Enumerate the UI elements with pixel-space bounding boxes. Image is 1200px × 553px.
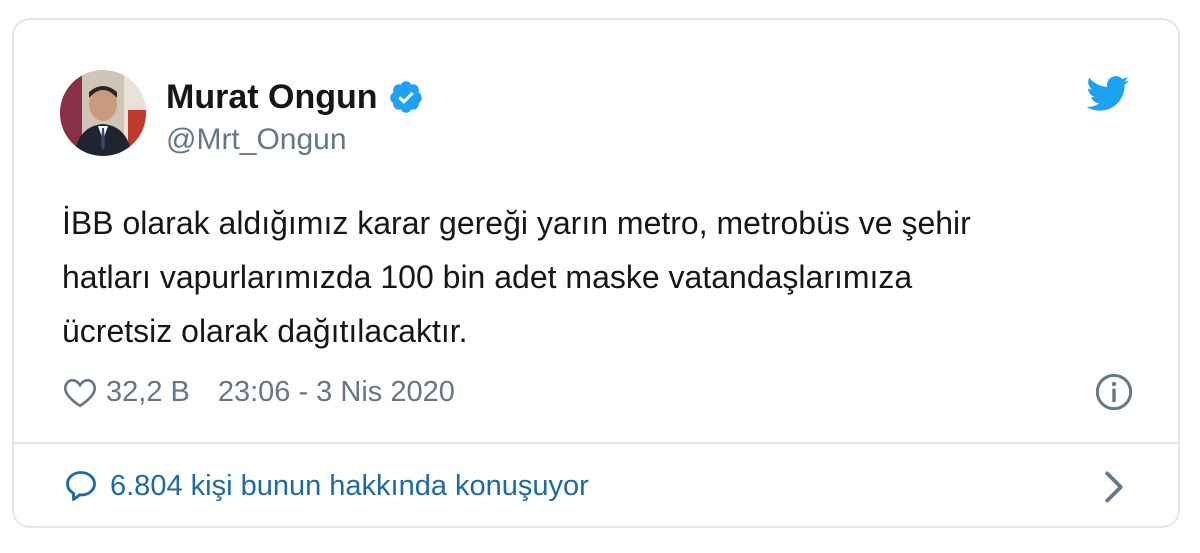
timestamp[interactable]: 23:06 - 3 Nis 2020 [218, 376, 455, 409]
tweet-card: Murat Ongun @Mrt_Ongun İBB olarak aldığı… [12, 18, 1180, 528]
tweet-header: Murat Ongun @Mrt_Ongun [14, 20, 1178, 170]
avatar[interactable] [60, 70, 146, 156]
tweet-text: İBB olarak aldığımız karar gereği yarın … [62, 196, 1142, 358]
reply-bubble-icon [66, 471, 96, 501]
name-row: Murat Ongun [166, 75, 424, 119]
display-name[interactable]: Murat Ongun [166, 75, 378, 119]
chevron-right-icon [1105, 471, 1123, 503]
like-count[interactable]: 32,2 B [106, 376, 190, 409]
conversation-text: 6.804 kişi bunun hakkında konuşuyor [110, 470, 589, 502]
tweet-text-line: ücretsiz olarak dağıtılacaktır. [62, 313, 468, 349]
tweet-meta: 32,2 B 23:06 - 3 Nis 2020 [62, 370, 455, 414]
heart-icon[interactable] [62, 376, 98, 408]
tweet-text-line: hatları vapurlarımızda 100 bin adet mask… [62, 259, 913, 295]
user-handle[interactable]: @Mrt_Ongun [166, 120, 347, 160]
info-icon[interactable] [1094, 372, 1134, 412]
tweet-text-line: İBB olarak aldığımız karar gereği yarın … [62, 205, 971, 241]
conversation-link[interactable]: 6.804 kişi bunun hakkında konuşuyor [14, 444, 1178, 526]
verified-badge-icon [389, 81, 422, 113]
avatar-image [60, 70, 146, 156]
twitter-bird-icon[interactable] [1086, 76, 1130, 112]
